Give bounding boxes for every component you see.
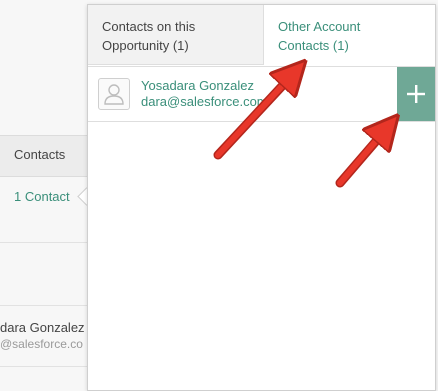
divider — [0, 366, 88, 367]
divider — [0, 242, 88, 243]
contact-count-link[interactable]: 1 Contact — [14, 189, 70, 204]
list-item: Yosadara Gonzalez dara@salesforce.com — [88, 66, 435, 122]
popover-tabs: Contacts on this Opportunity (1) Other A… — [88, 5, 435, 65]
tab-label-line2: Contacts (1) — [278, 38, 349, 53]
divider — [0, 305, 88, 306]
contacts-popover: Contacts on this Opportunity (1) Other A… — [87, 4, 436, 391]
contacts-header-label: Contacts — [14, 147, 66, 162]
contact-email-link[interactable]: dara@salesforce.com — [141, 94, 268, 109]
background-contact-email: @salesforce.co — [0, 337, 83, 351]
tab-label-line1: Contacts on this — [102, 19, 196, 34]
tab-label-line1: Other Account — [278, 19, 361, 34]
contact-name-link[interactable]: Yosadara Gonzalez — [141, 78, 254, 93]
person-icon — [98, 78, 130, 110]
background-contact-name: dara Gonzalez — [0, 320, 85, 335]
tab-label-line2: Opportunity (1) — [102, 38, 189, 53]
plus-icon — [407, 85, 425, 103]
tab-other-account-contacts[interactable]: Other Account Contacts (1) — [264, 5, 435, 65]
add-contact-button[interactable] — [397, 67, 435, 121]
tab-contacts-on-opportunity[interactable]: Contacts on this Opportunity (1) — [88, 5, 264, 65]
